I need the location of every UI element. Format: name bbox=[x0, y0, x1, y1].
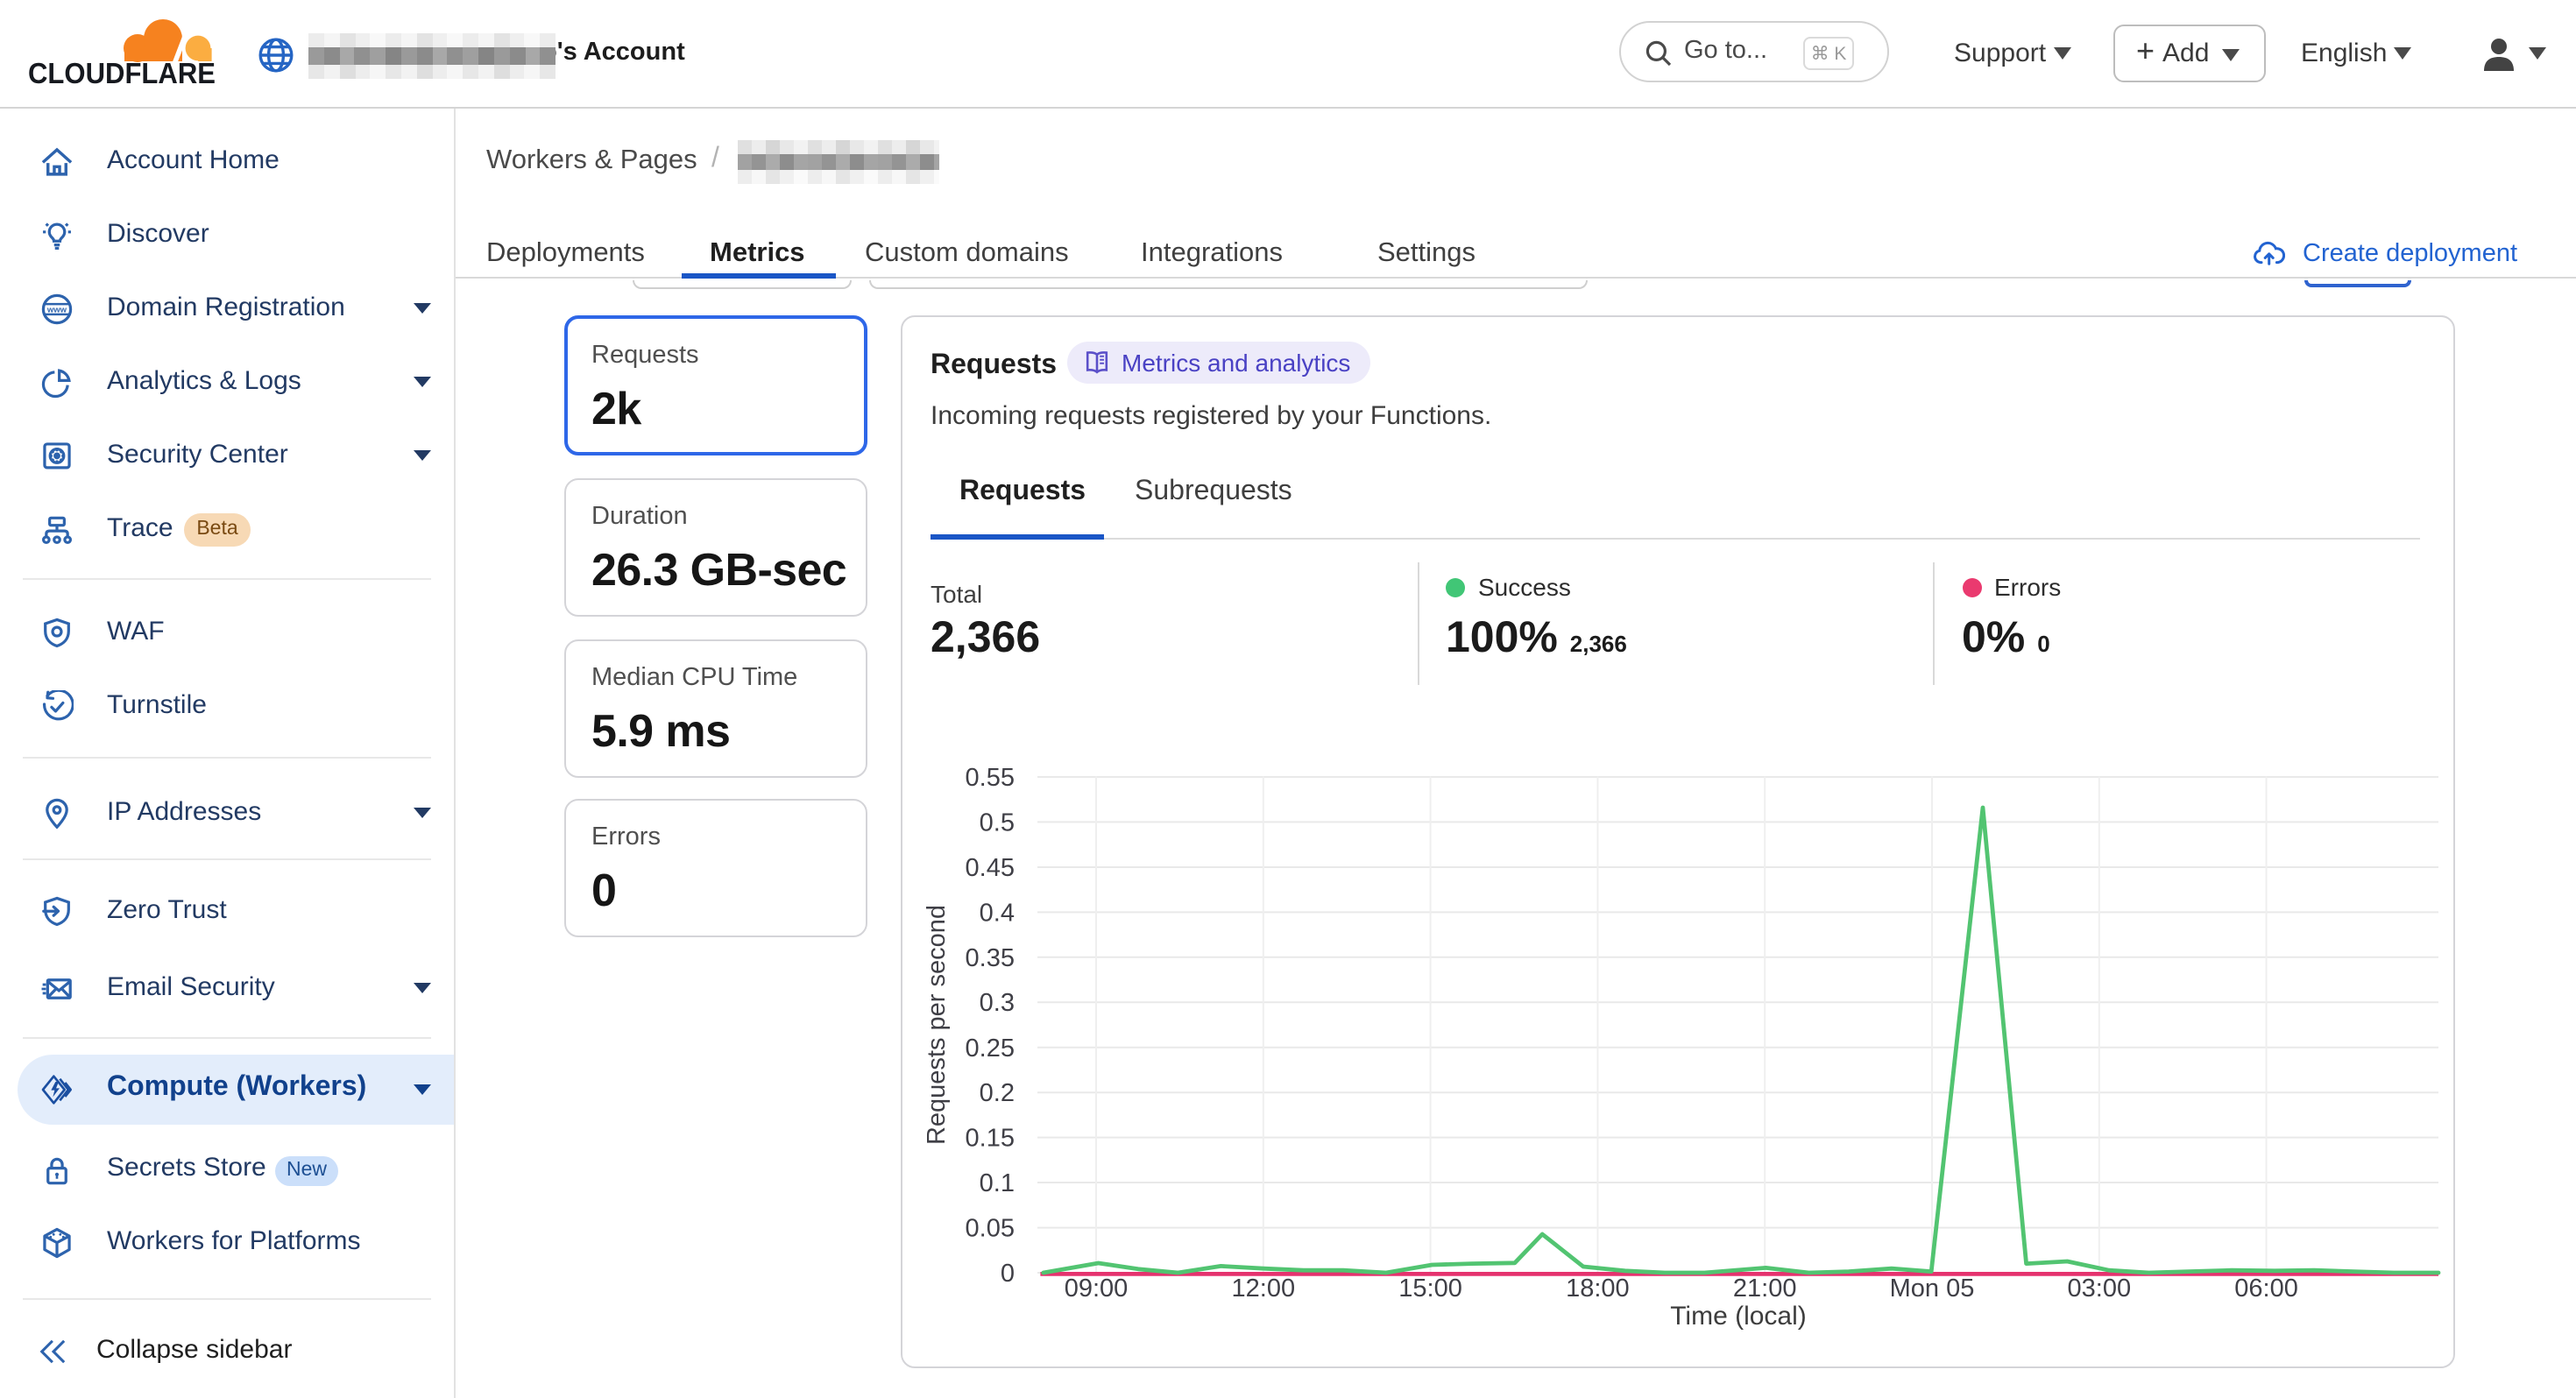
svg-text:21:00: 21:00 bbox=[1732, 1274, 1796, 1303]
svg-text:18:00: 18:00 bbox=[1565, 1274, 1629, 1303]
svg-text:15:00: 15:00 bbox=[1398, 1274, 1461, 1303]
svg-text:0.45: 0.45 bbox=[965, 854, 1014, 882]
svg-text:CLOUDFLARE: CLOUDFLARE bbox=[28, 57, 216, 88]
svg-text:09:00: 09:00 bbox=[1064, 1274, 1128, 1303]
svg-text:12:00: 12:00 bbox=[1231, 1274, 1295, 1303]
svg-text:0.1: 0.1 bbox=[979, 1169, 1014, 1197]
svg-text:0.3: 0.3 bbox=[979, 989, 1014, 1017]
svg-text:0.4: 0.4 bbox=[979, 899, 1014, 927]
svg-text:0.2: 0.2 bbox=[979, 1079, 1014, 1107]
svg-text:Time (local): Time (local) bbox=[1669, 1302, 1806, 1331]
svg-text:0: 0 bbox=[1000, 1260, 1014, 1288]
svg-text:Requests per second: Requests per second bbox=[922, 905, 950, 1145]
svg-text:0.5: 0.5 bbox=[979, 808, 1014, 837]
svg-text:03:00: 03:00 bbox=[2067, 1274, 2131, 1303]
svg-text:0.05: 0.05 bbox=[965, 1215, 1014, 1243]
svg-text:0.55: 0.55 bbox=[965, 764, 1014, 792]
svg-text:0.25: 0.25 bbox=[965, 1034, 1014, 1063]
svg-text:06:00: 06:00 bbox=[2233, 1274, 2297, 1303]
svg-text:0.15: 0.15 bbox=[965, 1125, 1014, 1153]
svg-text:Mon 05: Mon 05 bbox=[1889, 1274, 1974, 1303]
svg-text:0.35: 0.35 bbox=[965, 944, 1014, 972]
svg-text:www: www bbox=[46, 305, 67, 314]
